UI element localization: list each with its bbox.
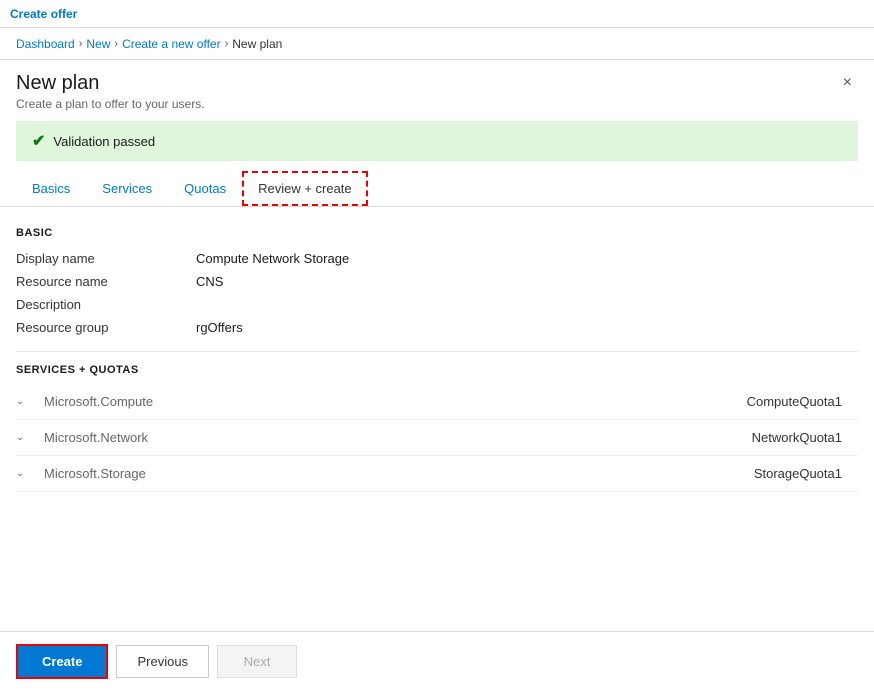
tabs-container: Basics Services Quotas Review + create	[0, 171, 874, 207]
service-row-compute: ⌄ Microsoft.Compute ComputeQuota1	[16, 384, 858, 420]
info-row-display-name: Display name Compute Network Storage	[16, 247, 858, 270]
services-section-header: SERVICES + QUOTAS	[16, 364, 858, 376]
previous-button[interactable]: Previous	[116, 645, 209, 678]
top-bar-title: Create offer	[10, 7, 77, 21]
service-row-network: ⌄ Microsoft.Network NetworkQuota1	[16, 420, 858, 456]
breadcrumb: Dashboard › New › Create a new offer › N…	[16, 37, 282, 51]
top-nav: Create offer	[0, 0, 874, 28]
validation-banner: ✔ Validation passed	[16, 121, 858, 161]
next-button: Next	[217, 645, 297, 678]
service-quota-storage: StorageQuota1	[754, 466, 858, 481]
label-resource-group: Resource group	[16, 320, 196, 335]
breadcrumb-new[interactable]: New	[86, 37, 110, 51]
service-row-storage: ⌄ Microsoft.Storage StorageQuota1	[16, 456, 858, 492]
validation-text: Validation passed	[53, 134, 155, 149]
chevron-down-icon-storage: ⌄	[16, 468, 36, 479]
label-display-name: Display name	[16, 251, 196, 266]
close-button[interactable]: ×	[837, 72, 858, 94]
chevron-down-icon-compute: ⌄	[16, 396, 36, 407]
service-quota-compute: ComputeQuota1	[747, 394, 858, 409]
panel-subtitle: Create a plan to offer to your users.	[16, 97, 205, 111]
chevron-down-icon-network: ⌄	[16, 432, 36, 443]
services-quotas-section: SERVICES + QUOTAS ⌄ Microsoft.Compute Co…	[16, 364, 858, 492]
label-description: Description	[16, 297, 196, 312]
basic-section-header: BASIC	[16, 227, 858, 239]
info-row-description: Description	[16, 293, 858, 316]
value-resource-name: CNS	[196, 274, 223, 289]
tab-basics[interactable]: Basics	[16, 171, 86, 206]
panel-header: New plan Create a plan to offer to your …	[0, 60, 874, 111]
main-panel: New plan Create a plan to offer to your …	[0, 60, 874, 691]
info-row-resource-group: Resource group rgOffers	[16, 316, 858, 339]
tab-review-create[interactable]: Review + create	[242, 171, 368, 206]
footer: Create Previous Next	[0, 631, 874, 691]
info-row-resource-name: Resource name CNS	[16, 270, 858, 293]
content-area: BASIC Display name Compute Network Stora…	[0, 207, 874, 631]
service-name-network: Microsoft.Network	[44, 430, 304, 445]
basic-section: BASIC Display name Compute Network Stora…	[16, 227, 858, 339]
value-resource-group: rgOffers	[196, 320, 243, 335]
tab-services[interactable]: Services	[86, 171, 168, 206]
breadcrumb-bar: Dashboard › New › Create a new offer › N…	[0, 28, 874, 60]
service-name-storage: Microsoft.Storage	[44, 466, 304, 481]
panel-header-text: New plan Create a plan to offer to your …	[16, 72, 205, 111]
panel-title: New plan	[16, 72, 205, 95]
label-resource-name: Resource name	[16, 274, 196, 289]
section-divider	[16, 351, 858, 352]
service-name-compute: Microsoft.Compute	[44, 394, 304, 409]
tab-quotas[interactable]: Quotas	[168, 171, 242, 206]
check-icon: ✔	[32, 131, 45, 151]
breadcrumb-dashboard[interactable]: Dashboard	[16, 37, 75, 51]
breadcrumb-create-offer[interactable]: Create a new offer	[122, 37, 221, 51]
breadcrumb-current: New plan	[232, 37, 282, 51]
value-display-name: Compute Network Storage	[196, 251, 349, 266]
service-quota-network: NetworkQuota1	[752, 430, 858, 445]
create-button[interactable]: Create	[16, 644, 108, 679]
